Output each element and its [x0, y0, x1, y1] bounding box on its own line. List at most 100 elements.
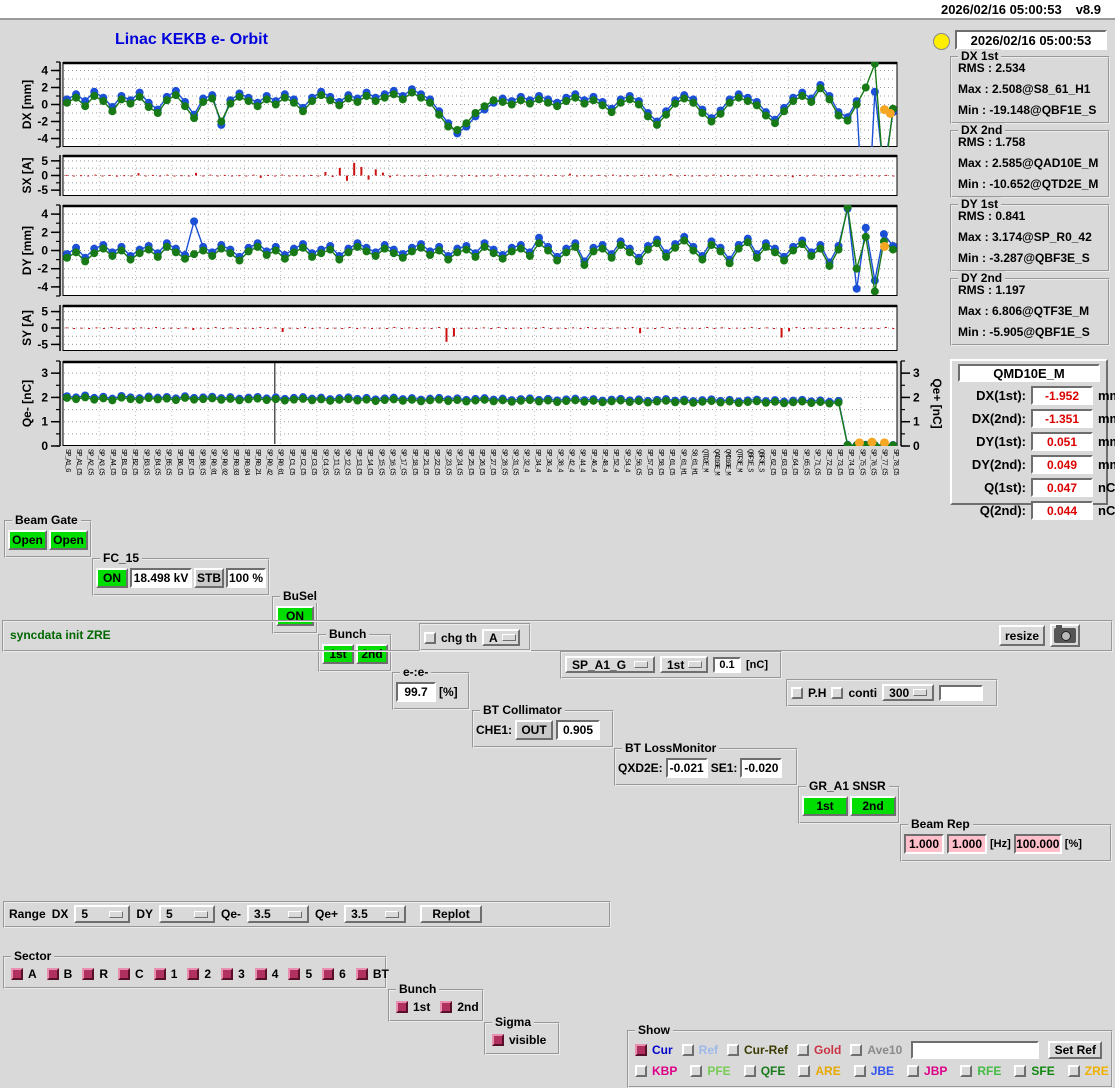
fc15-stb-button[interactable]: STB	[194, 568, 224, 588]
range-dy-dropdown[interactable]: 5	[159, 905, 216, 923]
checkbox-indicator	[853, 1065, 866, 1077]
chg-th-label: chg th	[441, 630, 477, 645]
show-group: Show Cur Ref Cur-Ref Gold Ave10 Set Ref KBP P…	[627, 1023, 1113, 1088]
stat-row: Min : -19.148@QBF1E_S	[958, 103, 1097, 117]
fc15-on-button[interactable]: ON	[96, 568, 128, 588]
fc15-kv-field[interactable]: 18.498 kV	[130, 568, 192, 588]
mode-dropdown[interactable]: A	[482, 629, 520, 646]
checkbox-4[interactable]: 4	[254, 967, 278, 981]
snsr-2nd-button[interactable]: 2nd	[850, 796, 896, 816]
xaxis-label: QTD2E_M	[700, 449, 709, 472]
checkbox-label: visible	[509, 1033, 547, 1047]
monitor-row-value: 0.044	[1031, 501, 1093, 520]
checkbox-2[interactable]: 2	[187, 967, 211, 981]
xaxis-label: SP_64_C5	[790, 449, 799, 475]
checkbox-a[interactable]: A	[11, 967, 37, 981]
xaxis-label: SP_A1_C5	[74, 449, 83, 475]
checkbox-label: Cur	[652, 1043, 673, 1057]
sp-dropdown[interactable]: SP_A1_G	[565, 656, 655, 673]
checkbox-6[interactable]: 6	[322, 967, 346, 981]
checkbox-r[interactable]: R	[82, 967, 108, 981]
dropdown-indicator-icon	[385, 910, 400, 918]
set-ref-button[interactable]: Set Ref	[1048, 1041, 1103, 1059]
ee-ratio-field[interactable]: 99.7	[396, 682, 436, 702]
xaxis-label: SP_C1_C5	[286, 449, 295, 475]
che1-out-button[interactable]: OUT	[515, 720, 554, 740]
xaxis-label: SP_17_C5	[398, 449, 407, 475]
checkbox-1st[interactable]: 1st	[396, 1000, 430, 1014]
range-qem-dropdown[interactable]: 3.5	[247, 905, 310, 923]
xaxis-label: SP_A3_C5	[96, 449, 105, 475]
fc15-percent-field[interactable]: 100 %	[226, 568, 266, 588]
stat-group-dx-2nd: DX 2nd RMS : 1.758 Max : 2.585@QAD10E_M Min…	[950, 123, 1110, 198]
checkbox-indicator	[635, 1065, 647, 1077]
window-titlebar: 2026/02/16 05:00:53 v8.9	[0, 0, 1115, 20]
ref-input[interactable]	[911, 1041, 1040, 1059]
ph-checkbox[interactable]	[791, 686, 803, 699]
range-dx-dropdown[interactable]: 5	[74, 905, 131, 923]
show-row1: Cur Ref Cur-Ref Gold Ave10	[635, 1043, 902, 1057]
conti-checkbox[interactable]	[831, 686, 844, 699]
monitor-row-label: DX(2nd):	[971, 411, 1026, 426]
checkbox-jbe[interactable]: JBE	[853, 1064, 894, 1078]
checkbox-cur[interactable]: Cur	[635, 1043, 673, 1057]
checkbox-bt[interactable]: BT	[355, 967, 389, 981]
checkbox-3[interactable]: 3	[221, 967, 245, 981]
checkbox-pfe[interactable]: PFE	[690, 1064, 731, 1078]
se1-field[interactable]: -0.020	[740, 758, 783, 778]
stat-row: Min : -3.287@QBF3E_S	[958, 251, 1090, 265]
che1-value-field[interactable]: 0.905	[556, 720, 601, 740]
svg-text:-2: -2	[37, 115, 48, 129]
bunch-dropdown[interactable]: 1st	[660, 656, 708, 673]
checkbox-ave10[interactable]: Ave10	[850, 1043, 902, 1057]
beam-gate-group: Beam Gate Open Open	[4, 513, 92, 558]
checkbox-gold[interactable]: Gold	[797, 1043, 841, 1057]
checkbox-indicator	[322, 968, 335, 980]
replot-button[interactable]: Replot	[420, 905, 483, 923]
checkbox-cur-ref[interactable]: Cur-Ref	[727, 1043, 788, 1057]
range-qep-label: Qe+	[315, 907, 339, 921]
checkbox-indicator	[288, 968, 301, 980]
monitor-row: Q(2nd): 0.044 nC	[956, 499, 1115, 522]
checkbox-sfe[interactable]: SFE	[1014, 1064, 1055, 1078]
points-dropdown[interactable]: 300	[882, 684, 935, 701]
checkbox-b[interactable]: B	[46, 967, 72, 981]
xaxis-label: SP_A4_C5	[107, 449, 116, 475]
beam-rep-percent-field[interactable]: 100.000	[1013, 834, 1062, 854]
monitor-row: DY(1st): 0.051 mm	[956, 430, 1115, 453]
extra-input[interactable]	[939, 684, 984, 701]
resize-button[interactable]: resize	[999, 625, 1045, 646]
beam-gate-open-button-1[interactable]: Open	[8, 530, 47, 550]
checkbox-ref[interactable]: Ref	[681, 1043, 718, 1057]
checkbox-are[interactable]: ARE	[798, 1064, 841, 1078]
beam-rep-field-1[interactable]: 1.000	[904, 834, 944, 854]
monitor-row-value: 0.049	[1031, 455, 1093, 474]
range-qep-dropdown[interactable]: 3.5	[344, 905, 407, 923]
checkbox-jbp[interactable]: JBP	[907, 1064, 947, 1078]
checkbox-label: 6	[339, 967, 346, 981]
checkbox-2nd[interactable]: 2nd	[440, 1000, 479, 1014]
plot-sx: 50-5	[37, 154, 898, 197]
beam-gate-open-button-2[interactable]: Open	[49, 530, 88, 550]
threshold-input[interactable]: 0.1	[713, 656, 741, 673]
checkbox-kbp[interactable]: KBP	[635, 1064, 677, 1078]
checkbox-c[interactable]: C	[118, 967, 144, 981]
snsr-1st-button[interactable]: 1st	[802, 796, 848, 816]
screenshot-button[interactable]	[1050, 624, 1080, 647]
qxd2e-field[interactable]: -0.021	[665, 758, 708, 778]
checkbox-visible[interactable]: visible	[492, 1033, 546, 1047]
svg-text:-4: -4	[37, 132, 48, 146]
status-message: syncdata init ZRE	[10, 628, 111, 642]
xaxis-label: SP_21_C5	[421, 449, 429, 475]
chg-th-checkbox[interactable]	[424, 631, 436, 644]
xaxis-label: SP_26_C5	[476, 449, 485, 475]
stat-row: Min : -10.652@QTD2E_M	[958, 177, 1099, 191]
beam-rep-field-2[interactable]: 1.000	[947, 834, 987, 854]
plot-ylabel-dy: DY [mm]	[20, 225, 34, 276]
checkbox-rfe[interactable]: RFE	[960, 1064, 1001, 1078]
checkbox-zre[interactable]: ZRE	[1067, 1064, 1109, 1078]
checkbox-1[interactable]: 1	[153, 967, 177, 981]
checkbox-indicator	[690, 1065, 703, 1077]
checkbox-qfe[interactable]: QFE	[743, 1064, 785, 1078]
checkbox-5[interactable]: 5	[288, 967, 312, 981]
